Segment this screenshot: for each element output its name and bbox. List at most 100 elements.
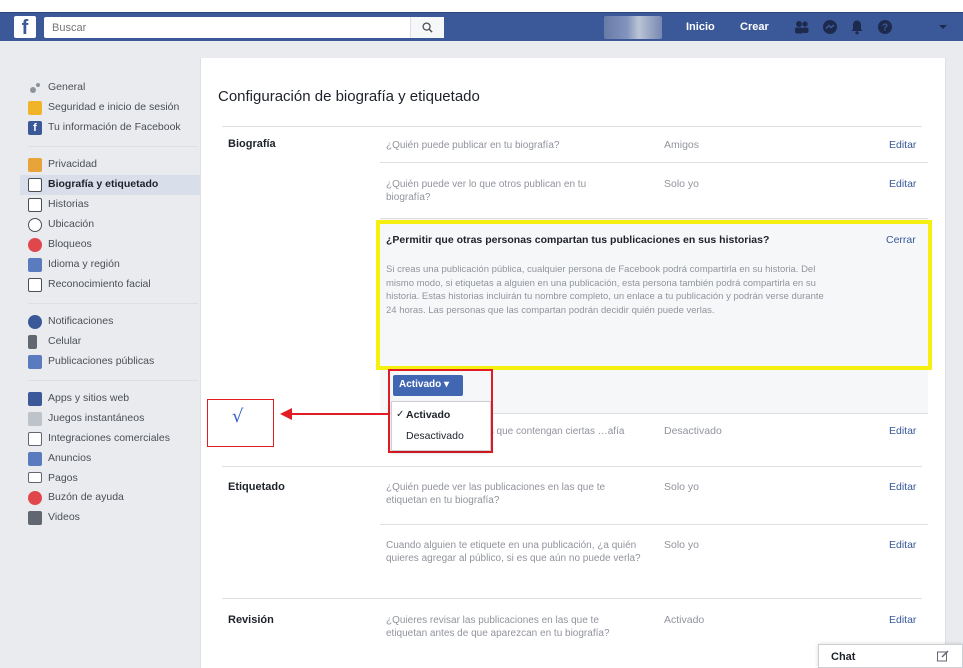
row-divider [380, 524, 928, 525]
section-label-review: Revisión [228, 614, 274, 626]
compose-icon[interactable] [937, 650, 949, 662]
section-divider [222, 598, 922, 599]
setting-value: Solo yo [664, 481, 700, 493]
setting-question: Cuando alguien te etiquete en una public… [386, 540, 641, 564]
friends-icon[interactable] [794, 19, 810, 35]
sidebar-item-apps[interactable]: Apps y sitios web [20, 389, 200, 409]
page-title: Configuración de biografía y etiquetado [218, 88, 480, 105]
sidebar-item-language[interactable]: Idioma y región [20, 255, 200, 275]
dropdown-option-on[interactable]: Activado [406, 409, 450, 421]
edit-link[interactable]: Editar [889, 139, 916, 151]
sidebar-item-label: Historias [48, 198, 89, 210]
setting-value: Solo yo [664, 539, 700, 551]
chat-bar[interactable]: Chat [818, 644, 963, 668]
sidebar-item-mobile[interactable]: Celular [20, 332, 200, 352]
top-bar: f Inicio Crear ? [0, 0, 963, 41]
sidebar-item-your-info[interactable]: f Tu información de Facebook [20, 118, 200, 138]
sidebar-item-label: Biografía y etiquetado [48, 178, 159, 190]
sidebar-item-support-inbox[interactable]: Buzón de ayuda [20, 488, 200, 508]
nav-home-link[interactable]: Inicio [686, 21, 715, 33]
sidebar-item-general[interactable]: General [20, 78, 200, 98]
sidebar-item-label: Videos [48, 511, 80, 523]
annotation-arrow-icon [280, 408, 388, 420]
messenger-icon[interactable] [822, 19, 838, 35]
face-icon [28, 278, 42, 292]
sidebar-item-location[interactable]: Ubicación [20, 215, 200, 235]
share-setting-dropdown[interactable]: Activado ▾ [393, 375, 463, 396]
search-button[interactable] [410, 17, 444, 38]
sidebar-divider [28, 303, 198, 304]
section-divider [222, 126, 922, 127]
sidebar-item-ads[interactable]: Anuncios [20, 449, 200, 469]
section-divider [222, 466, 922, 467]
sidebar-item-label: Buzón de ayuda [48, 491, 124, 503]
sidebar-item-security[interactable]: Seguridad e inicio de sesión [20, 98, 200, 118]
sidebar-item-business-integrations[interactable]: Integraciones comerciales [20, 429, 200, 449]
settings-sidebar: General Seguridad e inicio de sesión f T… [20, 78, 200, 528]
sidebar-item-label: Ubicación [48, 218, 95, 230]
sidebar-item-payments[interactable]: Pagos [20, 469, 200, 488]
section-label-timeline: Biografía [228, 138, 276, 150]
phone-icon [28, 335, 37, 349]
sidebar-divider [28, 146, 198, 147]
search-input[interactable] [44, 17, 404, 38]
sidebar-item-stories[interactable]: Historias [20, 195, 200, 215]
chat-label: Chat [831, 651, 856, 663]
caret-down-icon[interactable] [938, 22, 948, 32]
lock-icon [28, 158, 42, 172]
edit-link[interactable]: Editar [889, 614, 916, 626]
language-icon [28, 258, 42, 272]
sidebar-item-instant-games[interactable]: Juegos instantáneos [20, 409, 200, 429]
location-icon [28, 218, 42, 232]
block-icon [28, 238, 42, 252]
sidebar-item-label: Publicaciones públicas [48, 355, 155, 367]
sidebar-item-label: Idioma y región [48, 258, 120, 270]
dropdown-menu: ✓ Activado Desactivado [391, 401, 491, 451]
sidebar-item-label: Tu información de Facebook [48, 121, 181, 133]
sidebar-item-notifications[interactable]: Notificaciones [20, 312, 200, 332]
setting-value: Activado [664, 614, 705, 626]
annotation-check: √ [232, 406, 244, 427]
card-icon [28, 472, 42, 483]
sidebar-item-blocking[interactable]: Bloqueos [20, 235, 200, 255]
sidebar-item-label: Privacidad [48, 158, 98, 170]
sidebar-item-face-recognition[interactable]: Reconocimiento facial [20, 275, 200, 295]
integrations-icon [28, 432, 42, 446]
row-divider [380, 162, 928, 163]
sidebar-item-videos[interactable]: Videos [20, 508, 200, 528]
notifications-icon[interactable] [849, 19, 865, 35]
sidebar-item-label: Seguridad e inicio de sesión [48, 101, 180, 113]
setting-question: ¿Quién puede publicar en tu biografía? [386, 140, 560, 151]
check-icon: ✓ [396, 409, 405, 420]
facebook-logo[interactable]: f [14, 16, 36, 39]
apps-icon [28, 392, 42, 406]
edit-link[interactable]: Editar [889, 425, 916, 437]
ads-icon [28, 452, 42, 466]
sidebar-item-label: Reconocimiento facial [48, 278, 151, 290]
nav-create-link[interactable]: Crear [740, 21, 769, 33]
sidebar-item-timeline-tagging[interactable]: Biografía y etiquetado [20, 175, 200, 195]
section-label-tagging: Etiquetado [228, 481, 285, 493]
blue-navbar: f Inicio Crear ? [0, 12, 963, 41]
sidebar-item-privacy[interactable]: Privacidad [20, 155, 200, 175]
edit-link[interactable]: Editar [889, 539, 916, 551]
lifebuoy-icon [28, 491, 42, 505]
help-icon[interactable]: ? [877, 19, 893, 35]
search-box[interactable] [44, 17, 444, 38]
sidebar-item-public-posts[interactable]: Publicaciones públicas [20, 352, 200, 372]
sidebar-divider [28, 380, 198, 381]
search-icon [422, 22, 433, 33]
rss-icon [28, 355, 42, 369]
timeline-icon [28, 178, 42, 192]
setting-value: Amigos [664, 139, 700, 151]
close-link[interactable]: Cerrar [886, 234, 916, 246]
sidebar-item-label: Celular [48, 335, 82, 347]
games-icon [28, 412, 42, 426]
gear-icon [28, 81, 42, 95]
profile-avatar[interactable] [604, 16, 662, 39]
dropdown-option-off[interactable]: Desactivado [406, 430, 464, 442]
setting-value: Solo yo [664, 178, 700, 190]
edit-link[interactable]: Editar [889, 481, 916, 493]
edit-link[interactable]: Editar [889, 178, 916, 190]
sidebar-item-label: Pagos [48, 472, 78, 484]
